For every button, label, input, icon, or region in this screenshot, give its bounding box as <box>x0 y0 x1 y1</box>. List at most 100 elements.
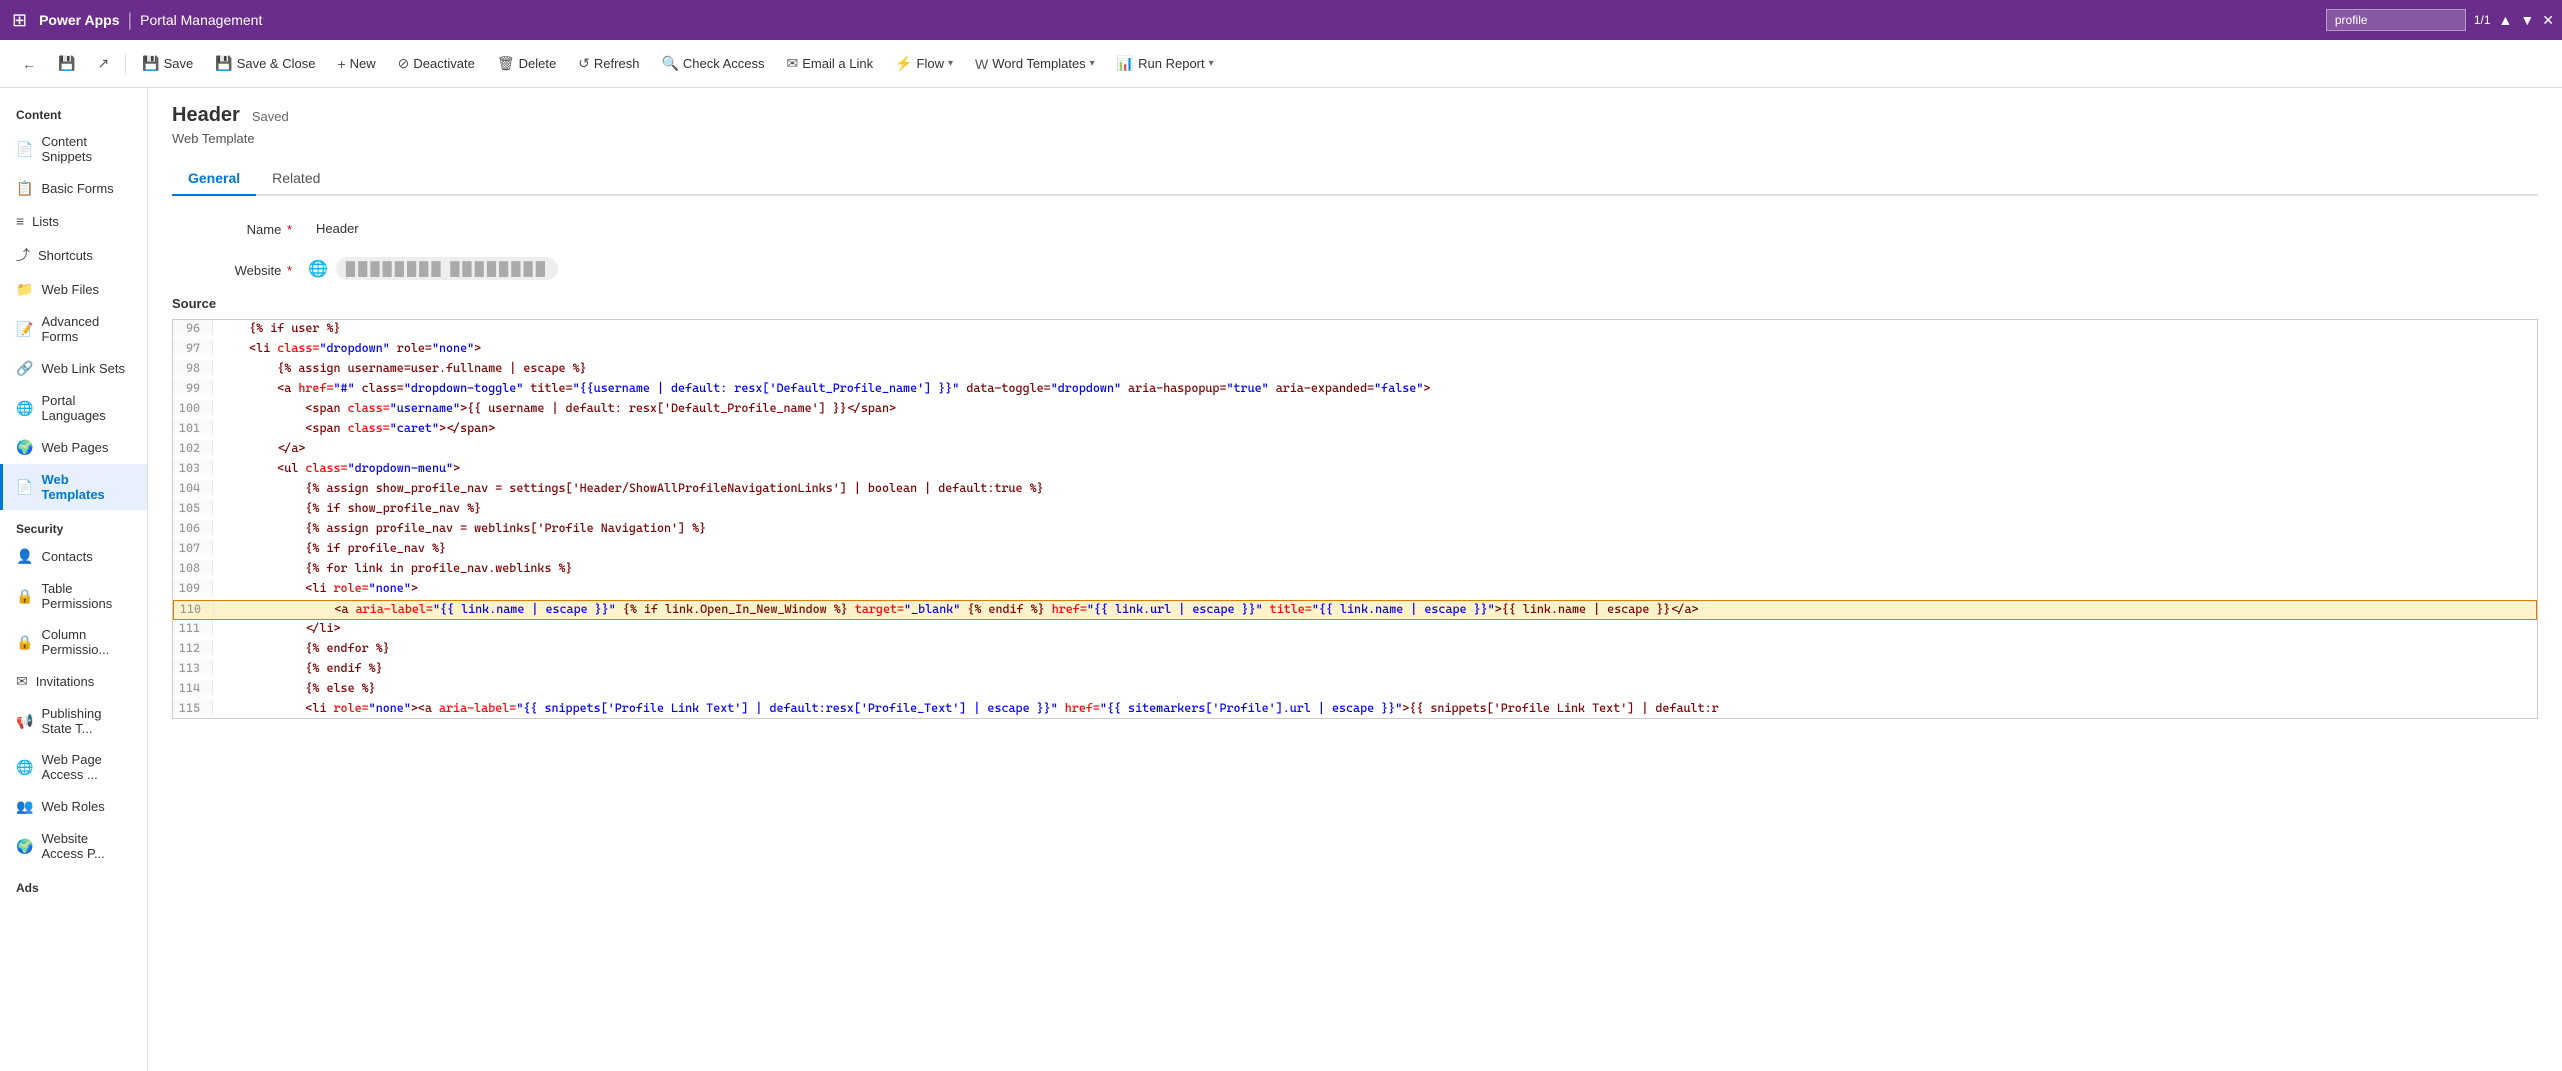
save-record-icon-button[interactable]: 💾 <box>48 49 85 78</box>
nav-close-button[interactable]: ✕ <box>2542 12 2554 29</box>
tabs: General Related <box>172 162 2538 196</box>
waffle-icon[interactable]: ⊞ <box>8 6 31 35</box>
sidebar-item-web-roles[interactable]: 👥 Web Roles <box>0 790 147 823</box>
code-line-112: 112 {% endfor %} <box>173 640 2537 660</box>
search-input[interactable] <box>2326 9 2466 31</box>
column-permissions-icon: 🔒 <box>16 634 33 651</box>
code-line-114: 114 {% else %} <box>173 680 2537 700</box>
command-bar: ← 💾 ↗ 💾 Save 💾 Save & Close + New ⊘ Deac… <box>0 40 2562 88</box>
sidebar-item-basic-forms[interactable]: 📋 Basic Forms <box>0 172 147 205</box>
share-button[interactable]: ↗ <box>87 49 119 78</box>
sidebar-item-website-access[interactable]: 🌍 Website Access P... <box>0 823 147 869</box>
sidebar-label-web-pages: Web Pages <box>41 440 108 455</box>
basic-forms-icon: 📋 <box>16 180 33 197</box>
sidebar-item-web-pages[interactable]: 🌍 Web Pages <box>0 431 147 464</box>
sidebar-item-web-files[interactable]: 📁 Web Files <box>0 273 147 306</box>
run-report-label: Run Report <box>1138 56 1204 71</box>
nav-up-button[interactable]: ▲ <box>2499 12 2513 28</box>
sidebar-item-column-permissions[interactable]: 🔒 Column Permissio... <box>0 619 147 665</box>
line-num-103: 103 <box>173 460 213 475</box>
app-name: Power Apps <box>39 12 119 28</box>
sidebar-item-web-templates[interactable]: 📄 Web Templates <box>0 464 147 510</box>
delete-icon: 🗑 <box>497 55 515 72</box>
line-code-110: <a aria-label="{{ link.name | escape }}"… <box>214 601 2536 617</box>
refresh-label: Refresh <box>594 56 640 71</box>
code-editor[interactable]: 96 {% if user %} 97 <li class="dropdown"… <box>172 319 2538 719</box>
line-code-111: </li> <box>213 620 2537 636</box>
flow-button[interactable]: ⚡ Flow ▾ <box>885 49 963 78</box>
line-code-101: <span class="caret"></span> <box>213 420 2537 436</box>
line-code-100: <span class="username">{{ username | def… <box>213 400 2537 416</box>
website-label: Website * <box>172 257 292 278</box>
line-code-102: </a> <box>213 440 2537 456</box>
main-layout: Content 📄 Content Snippets 📋 Basic Forms… <box>0 88 2562 1071</box>
tab-general[interactable]: General <box>172 162 256 196</box>
table-permissions-icon: 🔒 <box>16 588 33 605</box>
save-record-icon: 💾 <box>58 55 75 72</box>
web-pages-icon: 🌍 <box>16 439 33 456</box>
sidebar-label-column-permissions: Column Permissio... <box>41 627 131 657</box>
sidebar-label-portal-languages: Portal Languages <box>41 393 131 423</box>
line-num-97: 97 <box>173 340 213 355</box>
line-num-107: 107 <box>173 540 213 555</box>
save-close-button[interactable]: 💾 Save & Close <box>205 49 325 78</box>
word-templates-icon: W <box>975 56 988 72</box>
code-line-109: 109 <li role="none"> <box>173 580 2537 600</box>
save-close-label: Save & Close <box>237 56 316 71</box>
flow-arrow: ▾ <box>948 58 953 69</box>
globe-icon: 🌐 <box>308 259 328 279</box>
sidebar-item-publishing-state[interactable]: 📢 Publishing State T... <box>0 698 147 744</box>
sidebar-item-web-link-sets[interactable]: 🔗 Web Link Sets <box>0 352 147 385</box>
sidebar-item-shortcuts[interactable]: ⤴ Shortcuts <box>0 237 147 273</box>
word-templates-arrow: ▾ <box>1090 58 1095 69</box>
delete-button[interactable]: 🗑 Delete <box>487 49 566 78</box>
save-label: Save <box>164 56 194 71</box>
email-link-button[interactable]: ✉ Email a Link <box>777 49 884 78</box>
portal-languages-icon: 🌐 <box>16 400 33 417</box>
sidebar-label-contacts: Contacts <box>41 549 92 564</box>
sidebar-label-table-permissions: Table Permissions <box>41 581 131 611</box>
line-num-113: 113 <box>173 660 213 675</box>
name-label: Name * <box>172 216 292 237</box>
name-field-row: Name * Header <box>172 216 2538 241</box>
back-button[interactable]: ← <box>12 50 46 78</box>
sidebar-item-lists[interactable]: ≡ Lists <box>0 205 147 237</box>
code-line-101: 101 <span class="caret"></span> <box>173 420 2537 440</box>
check-access-button[interactable]: 🔍 Check Access <box>651 49 774 78</box>
sidebar-item-content-snippets[interactable]: 📄 Content Snippets <box>0 126 147 172</box>
web-files-icon: 📁 <box>16 281 33 298</box>
new-button[interactable]: + New <box>327 50 385 78</box>
sidebar-label-invitations: Invitations <box>36 674 95 689</box>
line-num-109: 109 <box>173 580 213 595</box>
deactivate-button[interactable]: ⊘ Deactivate <box>388 49 485 78</box>
code-line-98: 98 {% assign username=user.fullname | es… <box>173 360 2537 380</box>
sidebar-item-contacts[interactable]: 👤 Contacts <box>0 540 147 573</box>
sidebar-label-web-files: Web Files <box>41 282 99 297</box>
line-code-97: <li class="dropdown" role="none"> <box>213 340 2537 356</box>
sidebar-label-web-roles: Web Roles <box>41 799 104 814</box>
sidebar-item-web-page-access[interactable]: 🌐 Web Page Access ... <box>0 744 147 790</box>
website-field-row: Website * 🌐 ████████ ████████ <box>172 257 2538 280</box>
word-templates-button[interactable]: W Word Templates ▾ <box>965 50 1105 78</box>
line-code-99: <a href="#" class="dropdown-toggle" titl… <box>213 380 2537 396</box>
line-num-96: 96 <box>173 320 213 335</box>
line-code-113: {% endif %} <box>213 660 2537 676</box>
sidebar-item-invitations[interactable]: ✉ Invitations <box>0 665 147 698</box>
check-access-label: Check Access <box>683 56 765 71</box>
line-num-114: 114 <box>173 680 213 695</box>
refresh-button[interactable]: ↺ Refresh <box>568 49 649 78</box>
tab-related[interactable]: Related <box>256 162 336 196</box>
website-display-value[interactable]: ████████ ████████ <box>336 257 558 280</box>
save-button[interactable]: 💾 Save <box>132 49 203 78</box>
website-value-row: 🌐 ████████ ████████ <box>308 257 558 280</box>
name-required-indicator: * <box>287 222 292 237</box>
top-bar: ⊞ Power Apps | Portal Management 1/1 ▲ ▼… <box>0 0 2562 40</box>
sidebar: Content 📄 Content Snippets 📋 Basic Forms… <box>0 88 148 1071</box>
page-title-row: Header Saved <box>172 104 2538 127</box>
sidebar-item-advanced-forms[interactable]: 📝 Advanced Forms <box>0 306 147 352</box>
sidebar-item-table-permissions[interactable]: 🔒 Table Permissions <box>0 573 147 619</box>
run-report-button[interactable]: 📊 Run Report ▾ <box>1107 49 1224 78</box>
sidebar-item-portal-languages[interactable]: 🌐 Portal Languages <box>0 385 147 431</box>
word-templates-label: Word Templates <box>992 56 1085 71</box>
nav-down-button[interactable]: ▼ <box>2520 12 2534 28</box>
